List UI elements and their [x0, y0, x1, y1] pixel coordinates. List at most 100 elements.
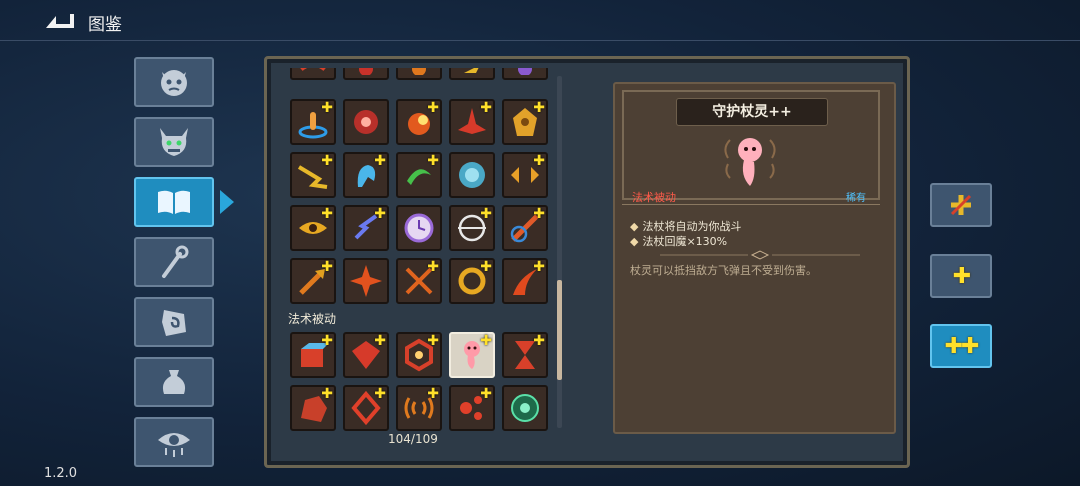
plus-badge: ✚ — [427, 100, 439, 116]
item-type: 法术被动 — [632, 191, 676, 204]
purple-orb-icon — [518, 68, 532, 75]
demon-face-icon — [161, 70, 187, 96]
grid-tile[interactable] — [449, 68, 495, 80]
detail-divider — [622, 204, 880, 205]
grid-tile[interactable]: ✚ — [449, 385, 495, 431]
item-name: 守护杖灵++ — [676, 98, 828, 126]
plus-badge: ✚ — [321, 100, 333, 116]
grid-tile[interactable] — [449, 152, 495, 198]
active-indicator-arrow — [220, 190, 234, 214]
grid-tile[interactable]: ✚ — [396, 385, 442, 431]
sidebar-item-curses[interactable] — [134, 417, 214, 467]
plus-badge: ✚ — [321, 386, 333, 402]
grid-tile[interactable]: ✚ — [290, 205, 336, 251]
back-button[interactable] — [42, 8, 78, 34]
grid-tile[interactable]: ✚ — [396, 332, 442, 378]
teal-shell-icon — [459, 162, 485, 188]
plus-badge: ✚ — [480, 100, 492, 116]
sidebar-item-relics[interactable] — [134, 297, 214, 347]
flavor-text: 杖灵可以抵挡敌方飞弹且不受到伤害。 — [630, 264, 817, 277]
horned-mask-icon — [160, 128, 188, 156]
staff-spirit-portrait-icon — [724, 138, 776, 186]
upgrade-plus-button[interactable]: ✚ — [930, 254, 992, 298]
grid-tile[interactable]: ✚ — [290, 152, 336, 198]
grid-tile[interactable]: ✚ — [449, 258, 495, 304]
grid-tile[interactable]: ✚ — [343, 385, 389, 431]
plus-badge: ✚ — [321, 333, 333, 349]
upgrade-double-plus-button[interactable]: ✚✚ — [930, 324, 992, 368]
grid-tile[interactable]: ✚ — [449, 205, 495, 251]
grid-tile[interactable] — [396, 205, 442, 251]
grid-tile[interactable] — [502, 68, 548, 80]
plus-badge: ✚ — [480, 259, 492, 275]
sidebar-item-codex[interactable] — [134, 177, 214, 227]
plus-badge: ✚ — [480, 333, 492, 349]
decorative-curve — [0, 30, 24, 454]
staff-icon — [162, 245, 189, 278]
orange-burst-icon — [412, 68, 426, 75]
plus-badge: ✚ — [321, 259, 333, 275]
double-plus-icon: ✚✚ — [944, 333, 980, 359]
back-arrow-icon — [46, 14, 74, 28]
plus-badge: ✚ — [480, 386, 492, 402]
broken-upgrade-icon — [950, 194, 972, 216]
single-plus-icon: ✚ — [952, 263, 971, 289]
description-line: ◆ 法杖回魔×130% — [630, 235, 728, 248]
flame-star-icon — [350, 265, 382, 297]
version-label: 1.2.0 — [44, 466, 78, 481]
plus-badge: ✚ — [533, 153, 545, 169]
grid-tile[interactable] — [343, 99, 389, 145]
top-bar: 图鉴 — [0, 0, 1080, 42]
ornament-divider — [660, 250, 860, 260]
grid-tile[interactable]: ✚ — [290, 258, 336, 304]
grid-tile[interactable]: ✚ — [502, 205, 548, 251]
grid-tile[interactable]: ✚ — [502, 152, 548, 198]
plus-badge: ✚ — [533, 259, 545, 275]
sidebar-item-bosses[interactable] — [134, 117, 214, 167]
plus-badge: ✚ — [374, 153, 386, 169]
top-divider — [0, 40, 1080, 41]
grid-tile[interactable]: ✚ — [396, 99, 442, 145]
grid-tile[interactable]: ✚ — [343, 205, 389, 251]
grid-tile[interactable]: ✚ — [396, 152, 442, 198]
grid-tile-selected[interactable]: ✚ — [449, 332, 495, 378]
grid-tile[interactable] — [502, 385, 548, 431]
plus-badge: ✚ — [374, 386, 386, 402]
grid-tile[interactable] — [343, 68, 389, 80]
plus-badge: ✚ — [374, 206, 386, 222]
plus-badge: ✚ — [321, 153, 333, 169]
grid-tile[interactable]: ✚ — [290, 99, 336, 145]
grid-tile[interactable] — [396, 68, 442, 80]
grid-tile[interactable]: ✚ — [290, 332, 336, 378]
grid-tile[interactable]: ✚ — [449, 99, 495, 145]
green-seal-icon — [511, 394, 539, 422]
sidebar-item-items[interactable] — [134, 357, 214, 407]
grid-tile[interactable]: ✚ — [502, 258, 548, 304]
eye-icon — [158, 433, 190, 457]
grid-tile[interactable]: ✚ — [396, 258, 442, 304]
grid-scrollbar-thumb[interactable] — [557, 280, 562, 380]
grid-tile[interactable]: ✚ — [343, 152, 389, 198]
plus-badge: ✚ — [427, 333, 439, 349]
plus-badge: ✚ — [480, 206, 492, 222]
grid-tile[interactable]: ✚ — [343, 332, 389, 378]
red-rose-icon — [354, 110, 378, 134]
sidebar-item-enemies[interactable] — [134, 57, 214, 107]
sidebar-item-weapons[interactable] — [134, 237, 214, 287]
upgrade-base-button[interactable] — [930, 183, 992, 227]
plus-badge: ✚ — [427, 259, 439, 275]
gold-shard-icon — [464, 68, 479, 73]
rune-hand-icon — [162, 310, 186, 336]
grid-tile[interactable] — [290, 68, 336, 80]
plus-badge: ✚ — [321, 206, 333, 222]
icon-grid[interactable]: ✚ ✚ ✚ ✚ ✚ ✚ ✚ ✚ ✚ ✚ ✚ ✚ ✚ ✚ ✚ ✚ ✚ ✚ ✚ ✚ … — [282, 68, 552, 432]
red-flame-icon — [300, 68, 326, 72]
plus-badge: ✚ — [533, 333, 545, 349]
grid-tile[interactable]: ✚ — [502, 332, 548, 378]
pouch-icon — [162, 370, 186, 394]
grid-tile[interactable]: ✚ — [290, 385, 336, 431]
grid-tile[interactable]: ✚ — [502, 99, 548, 145]
grid-tile[interactable] — [343, 258, 389, 304]
section-label: 法术被动 — [288, 312, 337, 326]
red-swirl-icon — [359, 68, 373, 75]
